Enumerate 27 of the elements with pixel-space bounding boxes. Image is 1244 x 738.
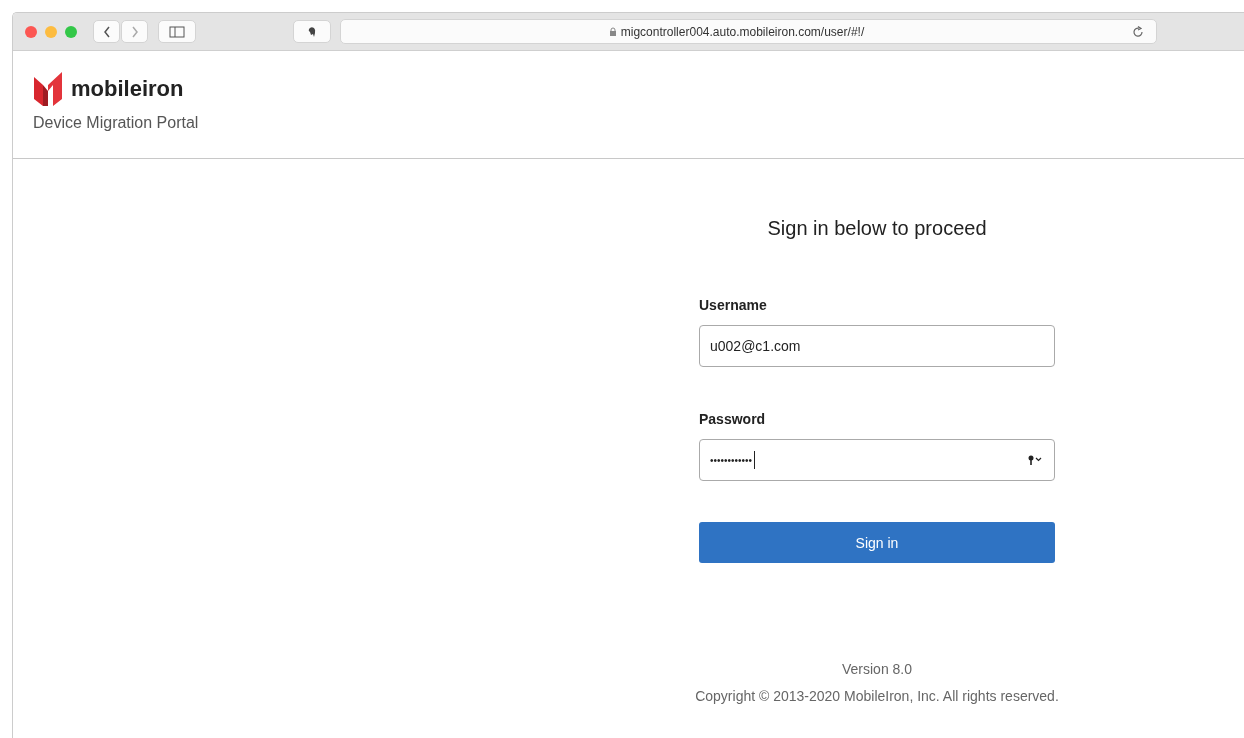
username-field[interactable]: u002@c1.com [699,325,1055,367]
sidebar-icon [169,25,185,38]
username-label: Username [699,297,768,313]
sign-in-button[interactable]: Sign in [699,522,1055,563]
form-heading: Sign in below to proceed [766,216,988,241]
password-value: •••••••••••• [710,454,752,466]
minimize-icon[interactable] [45,25,57,38]
address-bar[interactable]: migcontroller004.auto.mobileiron.com/user/#!/ [340,19,1157,44]
lock-icon [608,26,617,37]
key-icon[interactable] [1028,455,1044,465]
back-button[interactable] [93,20,120,43]
portal-title: Device Migration Portal [33,114,200,132]
close-icon[interactable] [25,25,37,38]
copyright-text: Copyright © 2013-2020 MobileIron, Inc. All rights reserved. [694,688,1060,704]
password-field[interactable]: •••••••••••• [699,439,1055,481]
reload-icon[interactable] [1132,25,1144,38]
logo-icon [33,71,63,107]
url-text: migcontroller004.auto.mobileiron.com/user/#!/ [620,24,865,39]
chevron-left-icon [101,24,112,39]
brand-name: mobileiron [71,76,184,102]
extension-button[interactable] [293,20,331,43]
maximize-icon[interactable] [65,25,77,38]
sidebar-button[interactable] [158,20,196,43]
password-label: Password [699,411,767,427]
chevron-right-icon [129,24,140,39]
forward-button[interactable] [121,20,148,43]
version-text: Version 8.0 [840,661,914,677]
